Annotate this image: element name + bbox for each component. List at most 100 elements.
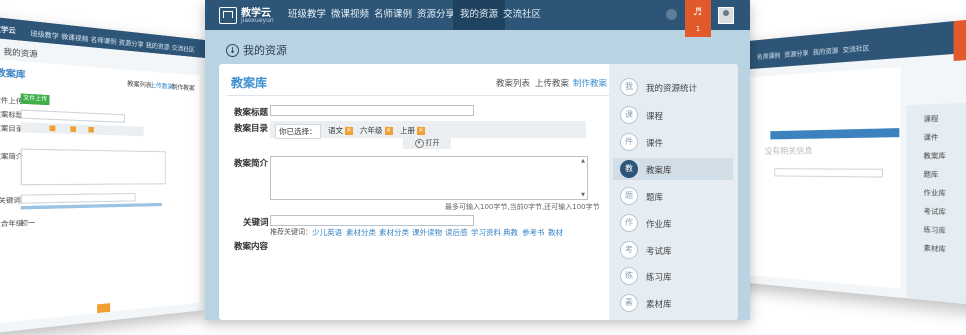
nav-item-community[interactable]: 交流社区 — [496, 0, 548, 30]
exam-icon: 考 — [620, 241, 638, 259]
left-preview-row-label: 文件上传 — [0, 96, 24, 107]
left-preview-logo: 教学云 — [0, 25, 16, 36]
keyword-link[interactable]: 参考书 — [522, 227, 545, 238]
practice-icon: 练 — [620, 267, 638, 285]
tab-lesson-list[interactable]: 教案列表 — [496, 77, 530, 89]
remove-chip-icon[interactable]: ✕ — [345, 127, 353, 135]
courseware-icon: 件 — [620, 133, 638, 151]
left-preview-nav-item: 资源分享 — [118, 39, 144, 50]
right-preview-nav-item: 交流社区 — [842, 44, 870, 55]
right-preview-side-item: 教案库 — [923, 152, 946, 161]
left-preview-panel-title: 教案库 — [0, 67, 26, 80]
right-preview-side-item: 题库 — [923, 171, 939, 180]
left-preview-row-label: 教案标题 — [0, 110, 24, 120]
notification-button[interactable]: ♬ 1 — [685, 0, 711, 37]
lesson-plan-icon: 教 — [620, 160, 638, 178]
left-preview-row-label: 关键词 — [0, 196, 21, 206]
keyword-link[interactable]: 课外读物 — [412, 227, 442, 238]
title-input[interactable] — [270, 105, 474, 116]
left-preview-tab: 教案列表 — [127, 80, 152, 90]
remove-chip-icon[interactable]: ✕ — [417, 127, 425, 135]
selected-label: 你已选择： — [275, 124, 321, 139]
sidenav-item-courseware[interactable]: 件 课件 — [613, 131, 733, 153]
left-preview-keyword-links — [20, 202, 162, 210]
chip-label: 语文 — [328, 126, 343, 135]
scroll-down-icon[interactable]: ▼ — [580, 192, 586, 198]
keyword-input[interactable] — [270, 215, 474, 226]
sidenav-label: 练习库 — [646, 273, 672, 283]
content-label: 教案内容 — [234, 242, 269, 252]
char-counter: 最多可输入100字节,当前0字节,还可输入100字节 — [445, 203, 600, 211]
open-catalog-button[interactable]: ▾ 打开 — [403, 138, 451, 149]
right-preview-side-item: 素材库 — [923, 244, 946, 255]
intro-label: 教案简介 — [234, 159, 269, 169]
left-preview-panel: 教案库 教案列表 上传教案 制作教案 文件上传 文件上传 教案标题 教案目录 教… — [0, 58, 200, 325]
right-preview-side-item: 课件 — [923, 134, 939, 143]
remove-chip-icon[interactable]: ✕ — [384, 127, 393, 135]
sidenav-item-homework[interactable]: 作 作业库 — [613, 212, 733, 234]
panel-title: 教案库 — [231, 76, 268, 90]
logo-subtitle: jiaoxueyun — [241, 17, 274, 24]
left-preview-row-label: 教案目录 — [0, 124, 24, 134]
avatar[interactable] — [718, 7, 734, 24]
right-preview-side-item: 考试库 — [923, 207, 946, 217]
panel-divider — [227, 95, 609, 96]
sidenav-item-course[interactable]: 课 课程 — [613, 104, 733, 126]
left-preview-selected-box — [20, 122, 144, 137]
right-preview-nav-item: 资源分享 — [784, 49, 809, 60]
left-preview-nav-item: 交流社区 — [171, 44, 195, 55]
chip-label: 六年级 — [360, 126, 383, 135]
intro-textarea[interactable] — [270, 156, 588, 200]
sidenav-item-question-bank[interactable]: 题 题库 — [613, 185, 733, 207]
sidenav-label: 我的资源统计 — [646, 84, 698, 94]
catalog-label: 教案目录 — [234, 124, 269, 134]
right-preview-side-item: 练习库 — [923, 226, 946, 236]
left-preview-nav-item: 我的资源 — [145, 41, 170, 52]
tab-make-lesson[interactable]: 制作教案 — [573, 77, 607, 89]
right-preview-side-item: 课程 — [923, 115, 939, 125]
sidenav-label: 素材库 — [646, 300, 672, 310]
tab-upload-lesson[interactable]: 上传教案 — [535, 77, 569, 89]
right-preview-table-header — [770, 128, 900, 140]
keyword-link[interactable]: 学习资料 — [471, 227, 501, 238]
keyword-link[interactable]: 教材 — [548, 227, 563, 238]
sidenav-label: 课件 — [646, 139, 664, 149]
keyword-link[interactable]: 素材分类 — [346, 227, 376, 238]
right-preview-notify — [953, 19, 966, 62]
question-icon: 题 — [620, 187, 638, 205]
right-preview-screenshot: 名师课例 资源分享 我的资源 交流社区 没有相关信息 课程 课件 教案库 题库 … — [738, 17, 966, 307]
keyword-link[interactable]: 素材分类 — [379, 227, 409, 238]
sidenav-item-exams[interactable]: 考 考试库 — [613, 239, 733, 261]
right-preview-pager — [774, 168, 884, 178]
sidenav-item-materials[interactable]: 素 素材库 — [613, 292, 733, 314]
speaker-icon: ♬ — [693, 7, 702, 18]
left-preview-keyword-input — [20, 192, 136, 204]
sidenav-label: 课程 — [646, 112, 664, 122]
left-preview-chip-x — [49, 125, 56, 132]
keyword-hint: 推荐关键词： — [270, 228, 312, 236]
materials-icon: 素 — [620, 294, 638, 312]
left-preview-title-input — [20, 109, 126, 123]
keyword-link[interactable]: 典教 — [503, 227, 518, 238]
expand-icon: ▾ — [414, 138, 424, 148]
main-screenshot: 教学云 jiaoxueyun 班级教学 微课视频 名师课例 资源分享 我的资源 … — [205, 0, 750, 320]
sidenav-item-lesson-plans[interactable]: 教 教案库 — [613, 158, 733, 180]
left-preview-tab: 制作教案 — [171, 83, 195, 93]
keyword-link[interactable]: 少儿英语 — [312, 227, 342, 238]
left-preview-tab: 上传教案 — [149, 82, 174, 91]
left-preview-nav-item: 微课视频 — [61, 33, 89, 44]
logo-icon — [219, 7, 237, 24]
globe-icon[interactable] — [666, 9, 677, 20]
keyword-link[interactable]: 读后感 — [445, 227, 468, 238]
homework-icon: 作 — [620, 214, 638, 232]
sidenav-item-stats[interactable]: 我 我的资源统计 — [613, 76, 733, 98]
right-preview-nav-item: 名师课例 — [756, 52, 781, 62]
sidenav-item-practice[interactable]: 练 练习库 — [613, 265, 733, 287]
left-preview-intro-area — [20, 148, 166, 186]
keyword-label: 关键词 — [243, 218, 269, 228]
open-button-label: 打开 — [425, 139, 440, 147]
sidenav-label: 题库 — [646, 193, 664, 203]
scroll-up-icon[interactable]: ▲ — [580, 158, 586, 164]
left-preview-nav-item: 班级教学 — [30, 30, 59, 41]
left-preview-chip-x — [88, 126, 94, 133]
